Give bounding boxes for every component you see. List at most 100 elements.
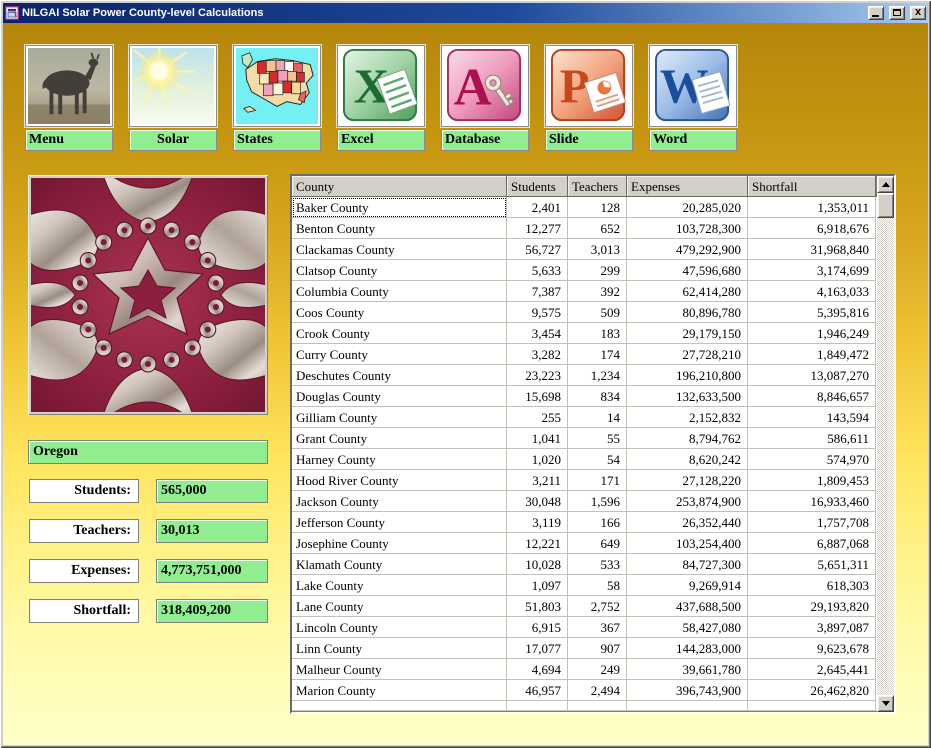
value-cell[interactable]: 3,013	[568, 239, 627, 260]
value-cell[interactable]: 80,896,780	[627, 302, 748, 323]
county-cell[interactable]: Douglas County	[292, 386, 507, 407]
sun-icon[interactable]	[129, 45, 217, 127]
table-row[interactable]: Coos County9,57550980,896,7805,395,816	[292, 302, 877, 323]
scroll-down-button[interactable]	[877, 695, 894, 712]
column-header-shortfall[interactable]: Shortfall	[748, 176, 876, 197]
county-cell[interactable]: Clackamas County	[292, 239, 507, 260]
table-row[interactable]: Malheur County4,69424939,661,7802,645,44…	[292, 659, 877, 680]
table-row[interactable]: Columbia County7,38739262,414,2804,163,0…	[292, 281, 877, 302]
value-cell[interactable]: 27,728,210	[627, 344, 748, 365]
table-row[interactable]: Lane County51,8032,752437,688,50029,193,…	[292, 596, 877, 617]
value-cell[interactable]: 12,221	[507, 533, 568, 554]
access-icon[interactable]: A	[441, 45, 529, 127]
county-cell[interactable]: Crook County	[292, 323, 507, 344]
value-cell[interactable]: 253,874,900	[627, 491, 748, 512]
value-cell[interactable]: 367	[568, 617, 627, 638]
value-cell[interactable]: 3,282	[507, 344, 568, 365]
county-cell[interactable]: Columbia County	[292, 281, 507, 302]
table-row[interactable]: Josephine County12,221649103,254,4006,88…	[292, 533, 877, 554]
value-cell[interactable]: 7,387	[507, 281, 568, 302]
value-cell[interactable]: 437,688,500	[627, 596, 748, 617]
column-header-expenses[interactable]: Expenses	[627, 176, 748, 197]
county-cell[interactable]: Lincoln County	[292, 617, 507, 638]
value-cell[interactable]: 6,918,676	[748, 218, 876, 239]
value-cell[interactable]: 1,757,708	[748, 512, 876, 533]
value-cell[interactable]: 174	[568, 344, 627, 365]
value-cell[interactable]: 255	[507, 407, 568, 428]
word-button-label[interactable]: Word	[649, 129, 737, 151]
close-button[interactable]: x	[910, 6, 926, 20]
value-cell[interactable]: 5,633	[507, 260, 568, 281]
value-cell[interactable]: 2,152,832	[627, 407, 748, 428]
value-cell[interactable]: 533	[568, 554, 627, 575]
value-cell[interactable]: 6,915	[507, 617, 568, 638]
states-button-label[interactable]: States	[233, 129, 321, 151]
table-row[interactable]: Deschutes County23,2231,234196,210,80013…	[292, 365, 877, 386]
county-cell[interactable]: Grant County	[292, 428, 507, 449]
maximize-button[interactable]	[889, 6, 905, 20]
value-cell[interactable]: 2,752	[568, 596, 627, 617]
value-cell[interactable]: 39,661,780	[627, 659, 748, 680]
county-cell[interactable]: Baker County	[292, 197, 507, 218]
titlebar[interactable]: NILGAI Solar Power County-level Calculat…	[3, 3, 928, 23]
county-cell[interactable]: Lane County	[292, 596, 507, 617]
menu-button-label[interactable]: Menu	[25, 129, 113, 151]
value-cell[interactable]: 143,594	[748, 407, 876, 428]
value-cell[interactable]: 103,254,400	[627, 533, 748, 554]
table-row[interactable]: Harney County1,020548,620,242574,970	[292, 449, 877, 470]
county-cell[interactable]: Marion County	[292, 680, 507, 701]
value-cell[interactable]: 574,970	[748, 449, 876, 470]
value-cell[interactable]: 1,353,011	[748, 197, 876, 218]
table-row[interactable]: Klamath County10,02853384,727,3005,651,3…	[292, 554, 877, 575]
value-cell[interactable]: 128	[568, 197, 627, 218]
excel-icon[interactable]: X	[337, 45, 425, 127]
county-cell[interactable]: Lake County	[292, 575, 507, 596]
county-cell[interactable]: Clatsop County	[292, 260, 507, 281]
value-cell[interactable]: 3,174,699	[748, 260, 876, 281]
table-row[interactable]: Clatsop County5,63329947,596,6803,174,69…	[292, 260, 877, 281]
value-cell[interactable]: 652	[568, 218, 627, 239]
value-cell[interactable]: 144,283,000	[627, 638, 748, 659]
slide-button-label[interactable]: Slide	[545, 129, 633, 151]
value-cell[interactable]: 16,933,460	[748, 491, 876, 512]
table-row[interactable]: Grant County1,041558,794,762586,611	[292, 428, 877, 449]
county-cell[interactable]: Coos County	[292, 302, 507, 323]
value-cell[interactable]: 9,623,678	[748, 638, 876, 659]
value-cell[interactable]: 392	[568, 281, 627, 302]
value-cell[interactable]: 166	[568, 512, 627, 533]
value-cell[interactable]: 3,119	[507, 512, 568, 533]
word-button[interactable]: W Word	[649, 45, 737, 151]
column-header-county[interactable]: County	[292, 176, 507, 197]
value-cell[interactable]: 55	[568, 428, 627, 449]
county-cell[interactable]: Jefferson County	[292, 512, 507, 533]
table-row[interactable]: Benton County12,277652103,728,3006,918,6…	[292, 218, 877, 239]
database-button[interactable]: A Database	[441, 45, 529, 151]
value-cell[interactable]: 196,210,800	[627, 365, 748, 386]
column-header-teachers[interactable]: Teachers	[568, 176, 627, 197]
value-cell[interactable]: 29,193,820	[748, 596, 876, 617]
value-cell[interactable]: 8,620,242	[627, 449, 748, 470]
value-cell[interactable]: 58	[568, 575, 627, 596]
value-cell[interactable]: 5,651,311	[748, 554, 876, 575]
table-row[interactable]: Baker County2,40112820,285,0201,353,011	[292, 197, 877, 218]
county-cell[interactable]: Josephine County	[292, 533, 507, 554]
scroll-up-button[interactable]	[877, 176, 894, 193]
value-cell[interactable]: 3,454	[507, 323, 568, 344]
solar-button-label[interactable]: Solar	[129, 129, 217, 151]
value-cell[interactable]: 9,269,914	[627, 575, 748, 596]
table-row[interactable]: Jackson County30,0481,596253,874,90016,9…	[292, 491, 877, 512]
value-cell[interactable]: 618,303	[748, 575, 876, 596]
minimize-button[interactable]	[868, 6, 884, 20]
table-row[interactable]: Curry County3,28217427,728,2101,849,472	[292, 344, 877, 365]
slide-button[interactable]: P Slide	[545, 45, 633, 151]
county-cell[interactable]: Harney County	[292, 449, 507, 470]
value-cell[interactable]: 396,743,900	[627, 680, 748, 701]
value-cell[interactable]: 1,097	[507, 575, 568, 596]
value-cell[interactable]: 834	[568, 386, 627, 407]
value-cell[interactable]: 6,887,068	[748, 533, 876, 554]
scrollbar-thumb[interactable]	[877, 193, 894, 218]
value-cell[interactable]: 8,846,657	[748, 386, 876, 407]
database-button-label[interactable]: Database	[441, 129, 529, 151]
value-cell[interactable]: 2,401	[507, 197, 568, 218]
value-cell[interactable]: 12,277	[507, 218, 568, 239]
